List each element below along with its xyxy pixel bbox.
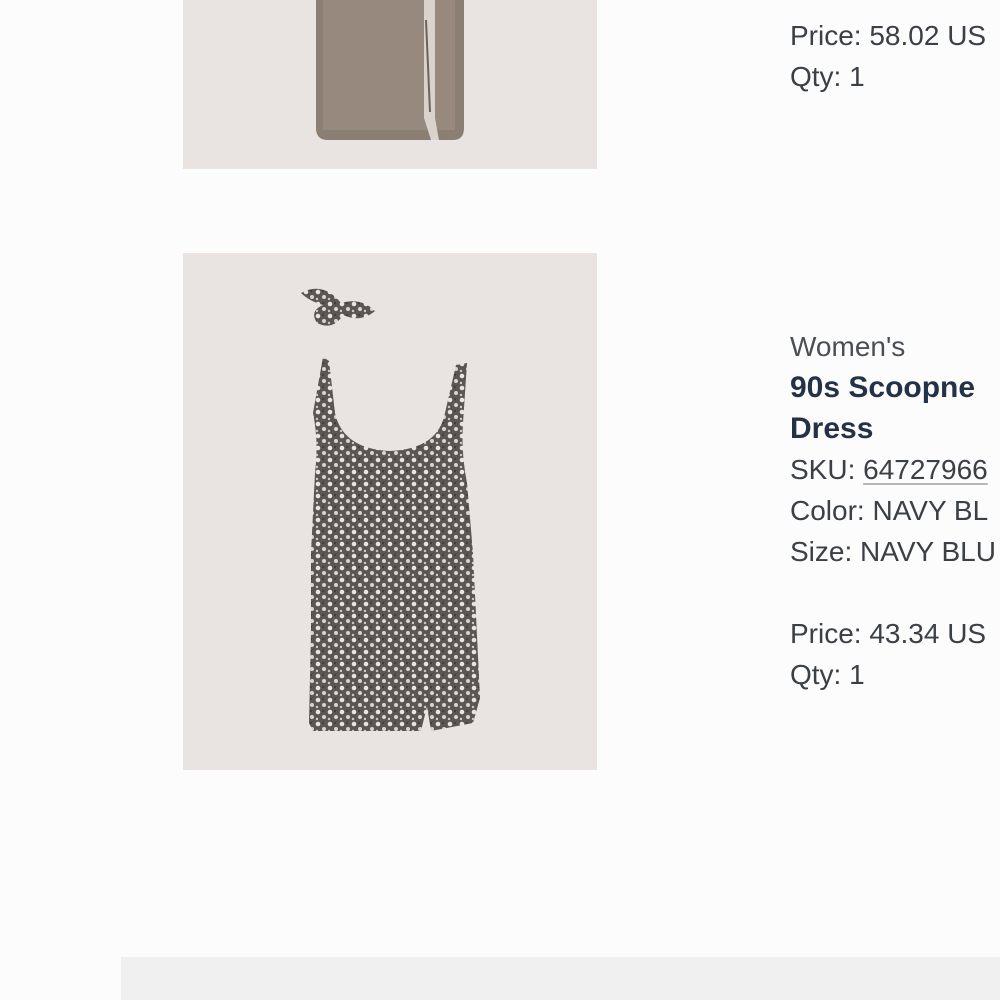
item-2-size: Size: NAVY BLU <box>790 531 1000 572</box>
qty-value: 1 <box>849 61 865 92</box>
product-name-line-2: Dress <box>790 412 874 445</box>
size-value: NAVY BLU <box>860 536 996 567</box>
skirt-illustration <box>183 0 597 169</box>
item-2-details: Women's 90s Scoopne Dress SKU: 64727966 … <box>790 326 1000 695</box>
item-1-details: Price: 58.02 US Qty: 1 <box>790 15 1000 97</box>
qty-value: 1 <box>849 659 865 690</box>
color-label: Color: <box>790 495 865 526</box>
price-label: Price: <box>790 20 862 51</box>
price-value: 58.02 US <box>869 20 987 51</box>
qty-label: Qty: <box>790 659 842 690</box>
color-value: NAVY BL <box>872 495 989 526</box>
price-value: 43.34 US <box>869 618 987 649</box>
order-items-page: Price: 58.02 US Qty: 1 Women's 90s Scoop… <box>0 0 1000 1000</box>
price-label: Price: <box>790 618 862 649</box>
product-name-line-1: 90s Scoopne <box>790 371 976 404</box>
size-label: Size: <box>790 536 853 567</box>
sku-link[interactable]: 64727966 <box>863 454 988 485</box>
item-2-color: Color: NAVY BL <box>790 490 1000 531</box>
dress-illustration <box>183 253 597 770</box>
item-1-price: Price: 58.02 US <box>790 15 1000 56</box>
product-image-skirt[interactable] <box>183 0 597 169</box>
item-2-qty: Qty: 1 <box>790 654 1000 695</box>
item-1-qty: Qty: 1 <box>790 56 1000 97</box>
product-image-dress[interactable] <box>183 253 597 770</box>
product-category: Women's <box>790 331 906 362</box>
item-2-sku: SKU: 64727966 <box>790 449 1000 490</box>
sku-label: SKU: <box>790 454 856 485</box>
footer-bar <box>121 957 1000 1000</box>
product-name-link[interactable]: 90s Scoopne Dress <box>790 367 1000 449</box>
qty-label: Qty: <box>790 61 842 92</box>
item-2-price: Price: 43.34 US <box>790 613 1000 654</box>
